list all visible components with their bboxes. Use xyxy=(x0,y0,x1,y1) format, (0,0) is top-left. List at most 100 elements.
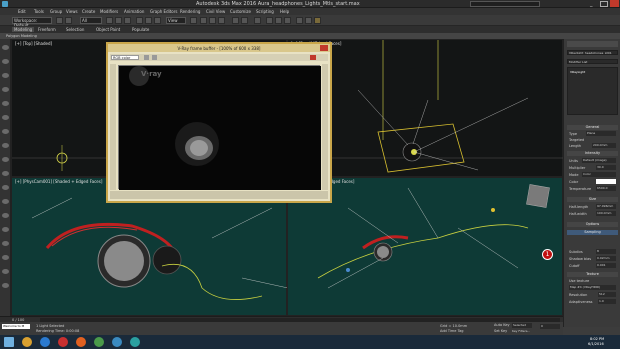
search-input[interactable] xyxy=(470,1,540,7)
section-size[interactable]: Size xyxy=(567,197,618,202)
tab-selection[interactable]: Selection xyxy=(66,27,84,32)
maxscript-listener[interactable]: Welcome to M xyxy=(2,324,30,329)
reference-coord-dropdown[interactable]: View xyxy=(166,17,186,24)
tool-icon-14[interactable] xyxy=(2,227,9,232)
undo-icon[interactable] xyxy=(56,17,63,24)
tab-modeling[interactable]: Modeling xyxy=(12,27,35,32)
set-key-button[interactable]: Set Key xyxy=(494,329,510,334)
vray-clear-icon[interactable] xyxy=(152,55,157,60)
section-intensity[interactable]: Intensity xyxy=(567,151,618,156)
tool-icon-12[interactable] xyxy=(2,199,9,204)
workspace-dropdown[interactable]: Workspace: Default xyxy=(12,17,52,28)
ie-icon[interactable] xyxy=(40,337,50,347)
app-icon-6[interactable] xyxy=(112,337,122,347)
material-editor-icon[interactable] xyxy=(284,17,291,24)
tool-icon-4[interactable] xyxy=(2,87,9,92)
current-frame-field[interactable]: 0 xyxy=(540,324,560,329)
tool-icon-3[interactable] xyxy=(2,73,9,78)
tool-icon-16[interactable] xyxy=(2,255,9,260)
redo-icon[interactable] xyxy=(65,17,72,24)
menu-civil-view[interactable]: Civil View xyxy=(206,9,225,14)
app-logo-icon[interactable] xyxy=(2,1,8,7)
menu-rendering[interactable]: Rendering xyxy=(180,9,200,14)
minimize-button[interactable]: _ xyxy=(590,1,598,7)
tool-icon-2[interactable] xyxy=(2,59,9,64)
subdivs-field[interactable]: 8 xyxy=(596,249,616,254)
cutoff-field[interactable]: 0.001 xyxy=(596,263,616,268)
menu-help[interactable]: Help xyxy=(280,9,289,14)
tool-icon-1[interactable] xyxy=(2,45,9,50)
vray-channel-dropdown[interactable]: RGB color xyxy=(111,55,139,60)
tool-icon-15[interactable] xyxy=(2,241,9,246)
render-setup-icon[interactable] xyxy=(296,17,303,24)
modifier-stack[interactable]: VRayLight xyxy=(567,67,618,115)
mirror-icon[interactable] xyxy=(232,17,239,24)
align-icon[interactable] xyxy=(241,17,248,24)
section-sampling[interactable]: Sampling xyxy=(567,230,618,235)
snap-toggle-icon[interactable] xyxy=(200,17,207,24)
tool-icon-8[interactable] xyxy=(2,143,9,148)
menu-tools[interactable]: Tools xyxy=(34,9,44,14)
multiplier-field[interactable]: 30.0 xyxy=(596,165,616,170)
rect-selection-icon[interactable] xyxy=(124,17,131,24)
tab-populate[interactable]: Populate xyxy=(132,27,149,32)
menu-group[interactable]: Group xyxy=(50,9,62,14)
key-filters-button[interactable]: Key Filters... xyxy=(512,329,534,334)
command-panel-tabs[interactable] xyxy=(567,41,618,47)
tool-icon-11[interactable] xyxy=(2,185,9,190)
select-object-icon[interactable] xyxy=(106,17,113,24)
type-dropdown[interactable]: Plane xyxy=(586,131,616,136)
layer-manager-icon[interactable] xyxy=(254,17,261,24)
modifier-stack-item[interactable]: VRayLight xyxy=(570,70,585,74)
angle-snap-icon[interactable] xyxy=(209,17,216,24)
modifier-list-dropdown[interactable]: Modifier List xyxy=(567,59,618,64)
color-swatch[interactable] xyxy=(596,179,616,184)
tool-icon-5[interactable] xyxy=(2,101,9,106)
pivot-icon[interactable] xyxy=(190,17,197,24)
tab-freeform[interactable]: Freeform xyxy=(38,27,56,32)
app-icon-5[interactable] xyxy=(94,337,104,347)
3dsmax-taskbar-icon[interactable] xyxy=(130,337,140,347)
auto-key-button[interactable]: Auto Key xyxy=(494,323,510,328)
section-general[interactable]: General xyxy=(567,125,618,130)
move-icon[interactable] xyxy=(136,17,143,24)
units-dropdown[interactable]: Default (image) xyxy=(582,158,616,163)
length-field[interactable]: 200.0mm xyxy=(592,143,616,148)
vray-render-icon[interactable] xyxy=(310,55,316,60)
menu-customize[interactable]: Customize xyxy=(230,9,251,14)
menu-create[interactable]: Create xyxy=(82,9,95,14)
render-production-icon[interactable] xyxy=(314,17,321,24)
resolution-field[interactable]: 512 xyxy=(598,292,616,297)
vray-save-icon[interactable] xyxy=(144,55,149,60)
mode-dropdown[interactable]: Color xyxy=(582,172,616,177)
menu-views[interactable]: Views xyxy=(66,9,78,14)
section-options[interactable]: Options xyxy=(567,222,618,227)
menu-graph-editors[interactable]: Graph Editors xyxy=(150,9,177,14)
menu-modifiers[interactable]: Modifiers xyxy=(100,9,118,14)
menu-animation[interactable]: Animation xyxy=(124,9,144,14)
vray-close-button[interactable] xyxy=(320,45,328,51)
vray-frame-buffer-window[interactable]: V-Ray frame buffer - [100% of 600 x 338]… xyxy=(106,42,332,203)
rotate-icon[interactable] xyxy=(145,17,152,24)
tool-icon-17[interactable] xyxy=(2,269,9,274)
schematic-view-icon[interactable] xyxy=(275,17,282,24)
tool-icon-6[interactable] xyxy=(2,115,9,120)
selection-filter-dropdown[interactable]: All xyxy=(80,17,102,24)
object-name-field[interactable]: VRaylight_headphones_pt01 xyxy=(567,50,618,55)
polygon-modeling-label[interactable]: Polygon Modeling xyxy=(6,34,37,38)
shadow-bias-field[interactable]: 0.02mm xyxy=(596,256,616,261)
add-time-tag[interactable]: Add Time Tag xyxy=(440,329,464,333)
vray-title[interactable]: V-Ray frame buffer - [100% of 600 x 338] xyxy=(108,44,330,52)
section-texture[interactable]: Texture xyxy=(567,272,618,277)
firefox-icon[interactable] xyxy=(76,337,86,347)
explorer-icon[interactable] xyxy=(22,337,32,347)
targeted-label[interactable]: Targeted xyxy=(569,138,584,142)
scale-icon[interactable] xyxy=(154,17,161,24)
tool-icon-7[interactable] xyxy=(2,129,9,134)
use-texture-checkbox[interactable]: Use texture xyxy=(569,279,589,283)
start-button-icon[interactable] xyxy=(4,337,14,347)
half-width-field[interactable]: 100.0mm xyxy=(596,211,616,216)
maximize-button[interactable] xyxy=(600,1,608,7)
tool-icon-10[interactable] xyxy=(2,171,9,176)
rendered-frame-window-icon[interactable] xyxy=(305,17,312,24)
